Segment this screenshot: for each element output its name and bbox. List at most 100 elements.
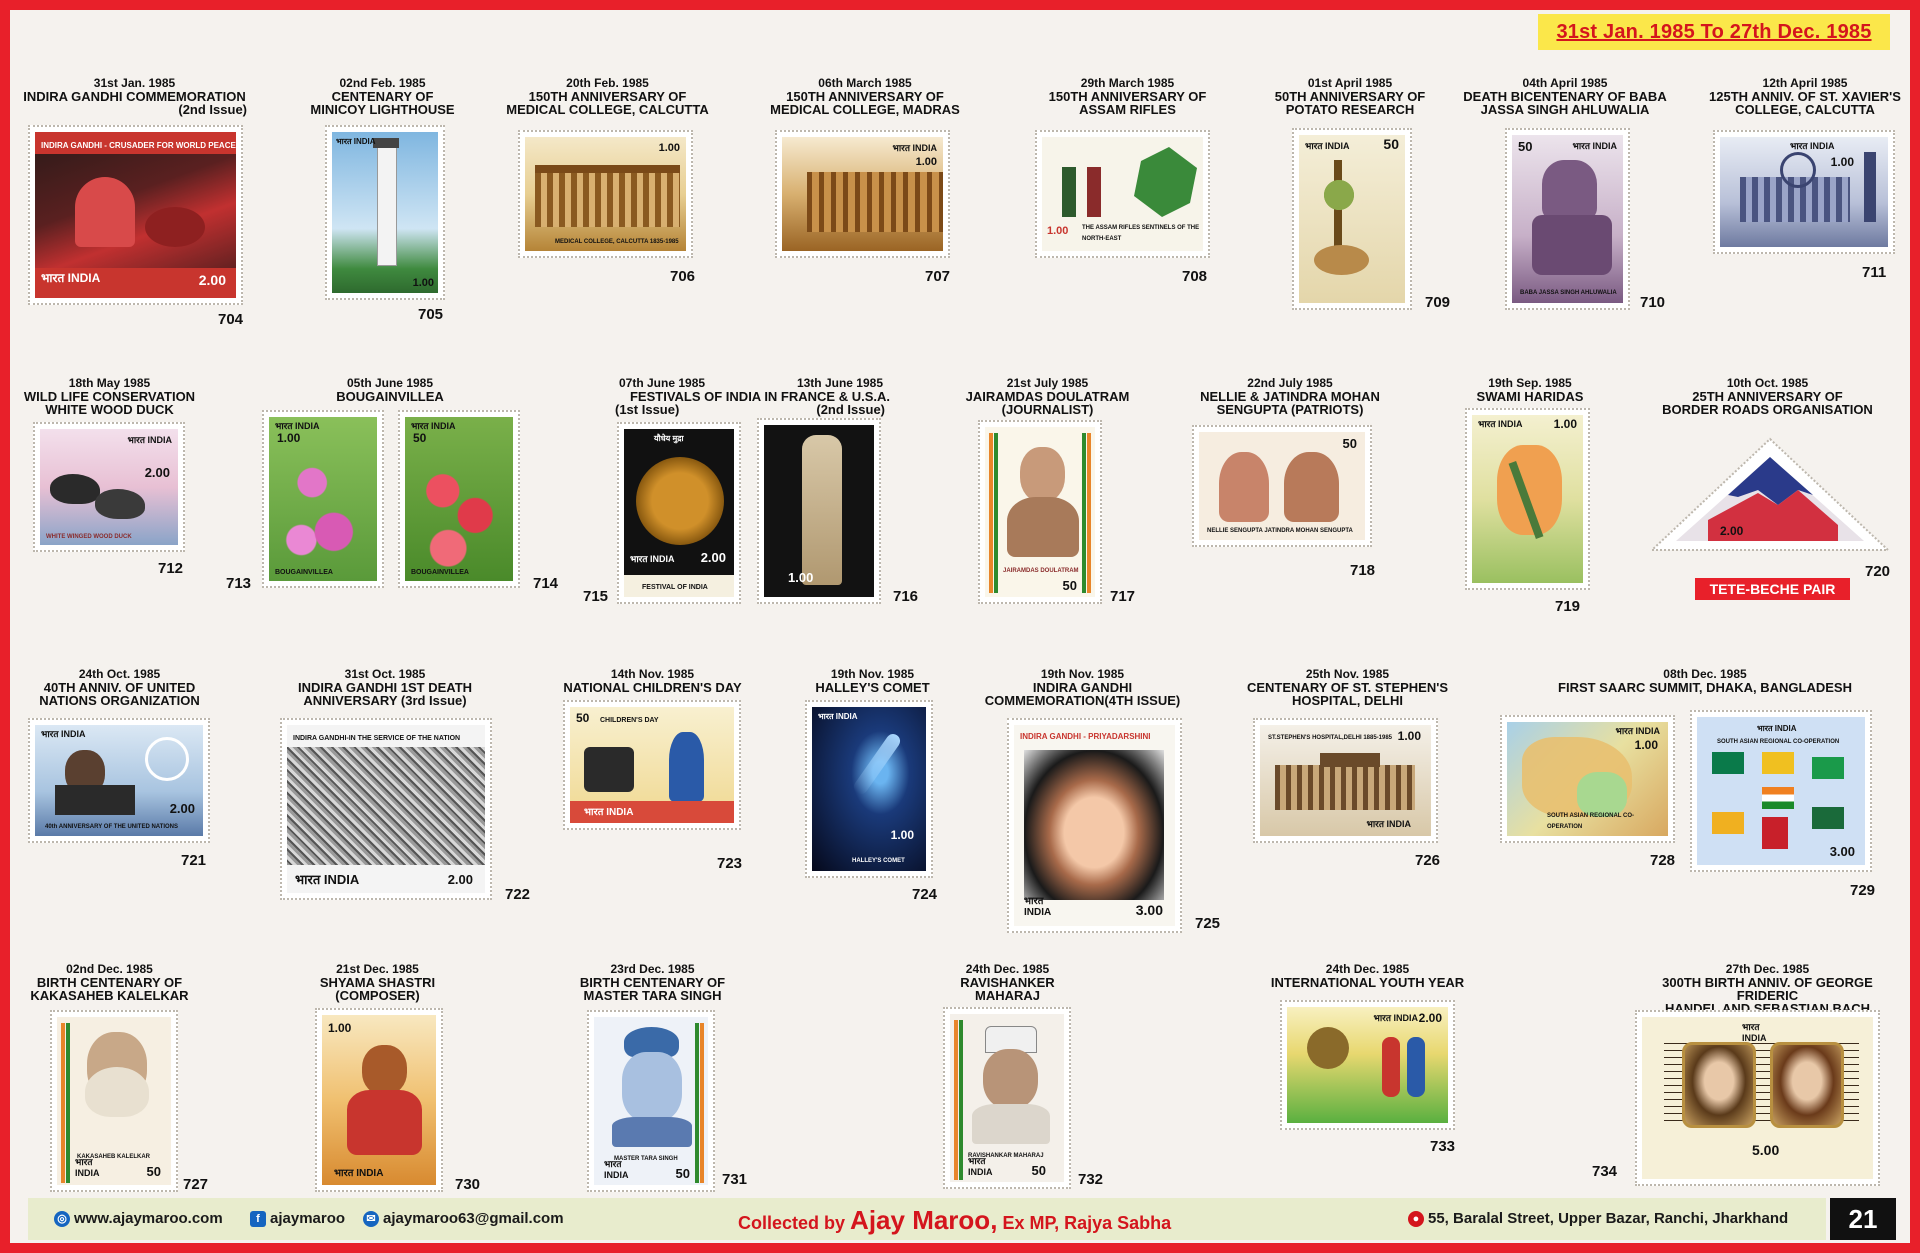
stamp-number: 731 <box>722 1171 748 1188</box>
stamp-717: JAIRAMDAS DOULATRAM 50 <box>978 420 1102 604</box>
stamp-721: भारत INDIA 2.00 40th ANNIVERSARY OF THE … <box>28 718 210 843</box>
footer-bar: ◎ www.ajaymaroo.com f ajaymaroo ✉ ajayma… <box>28 1198 1826 1240</box>
stamp-704: INDIRA GANDHI - CRUSADER FOR WORLD PEACE… <box>28 125 243 305</box>
stamp-number: 720 <box>1865 563 1891 580</box>
stamp-number: 730 <box>455 1176 481 1193</box>
entry-heading: 14th Nov. 1985 NATIONAL CHILDREN'S DAY <box>563 667 742 695</box>
website-link[interactable]: ◎ www.ajaymaroo.com <box>54 1210 223 1227</box>
stamp-number: 723 <box>717 855 743 872</box>
stamp-number: 718 <box>1350 562 1376 579</box>
stamp-number: 727 <box>183 1176 209 1193</box>
entry-heading: 24th Dec. 1985 RAVISHANKER MAHARAJ <box>960 962 1055 1003</box>
stamp-number: 704 <box>218 311 244 328</box>
stamp-705: भारत INDIA 1.00 <box>325 125 445 300</box>
stamp-713: भारत INDIA 1.00 BOUGAINVILLEA <box>262 410 384 588</box>
stamp-707: भारत INDIA 1.00 <box>775 130 950 258</box>
stamp-732: RAVISHANKAR MAHARAJ भारत INDIA 50 <box>943 1007 1071 1189</box>
entry-heading: 04th April 1985 DEATH BICENTENARY OF BAB… <box>1463 76 1667 117</box>
stamp-number: 733 <box>1430 1138 1456 1155</box>
location-pin-icon: ● <box>1408 1210 1424 1227</box>
stamp-number: 728 <box>1650 852 1676 869</box>
stamp-denomination: 2.00 <box>1720 524 1744 538</box>
stamp-number: 721 <box>181 852 207 869</box>
stamp-number: 734 <box>1592 1163 1618 1180</box>
stamp-number: 709 <box>1425 294 1451 311</box>
entry-heading: 19th Nov. 1985 HALLEY'S COMET <box>815 667 930 695</box>
page-number: 21 <box>1830 1198 1896 1240</box>
stamp-712: भारत INDIA 2.00 WHITE WINGED WOOD DUCK <box>33 422 185 552</box>
entry-heading: 24th Oct. 1985 40th ANNIV. OF UNITED NAT… <box>39 667 200 708</box>
entry-heading: 21st Dec. 1985 SHYAMA SHASTRI (COMPOSER) <box>319 962 436 1003</box>
stamp-715: यौधेय मुद्रा भारत INDIA 2.00 FESTIVAL OF… <box>617 422 741 604</box>
stamp-number: 708 <box>1182 268 1208 285</box>
stamp-731: MASTER TARA SINGH भारत INDIA 50 <box>587 1010 715 1192</box>
stamp-723: 50 CHILDREN'S DAY भारत INDIA <box>563 700 741 830</box>
stamp-number: 725 <box>1195 915 1221 932</box>
stamp-709: भारत INDIA 50 <box>1292 128 1412 310</box>
entry-heading: 05th June 1985 BOUGAINVILLEA <box>336 376 444 404</box>
entry-heading: 01st April 1985 50th ANNIVERSARY OF POTA… <box>1274 76 1426 117</box>
entry-heading: 23rd Dec. 1985 BIRTH CENTENARY OF MASTER… <box>579 962 726 1003</box>
stamp-706: 1.00 MEDICAL COLLEGE, CALCUTTA 1835-1985 <box>518 130 693 258</box>
address: ● 55, Baralal Street, Upper Bazar, Ranch… <box>1408 1210 1788 1227</box>
facebook-icon: f <box>250 1210 266 1227</box>
collector-credit: Collected by Ajay Maroo, Ex MP, Rajya Sa… <box>738 1205 1172 1235</box>
entry-heading: 20th Feb. 1985 150th ANNIVERSARY OF MEDI… <box>506 76 709 117</box>
stamp-733: भारत INDIA 2.00 <box>1280 1000 1455 1130</box>
stamp-734: भारत INDIA 5.00 <box>1635 1010 1880 1186</box>
festival-heading: 07th June 1985 13th June 1985 FESTIVALS O… <box>615 376 890 417</box>
stamp-number: 717 <box>1110 588 1136 605</box>
entry-heading: 25th Nov. 1985 CENTENARY OF ST. STEPHEN'… <box>1246 667 1448 708</box>
stamp-708: THE ASSAM RIFLES SENTINELS OF THE NORTH-… <box>1035 130 1210 258</box>
stamp-number: 729 <box>1850 882 1876 899</box>
stamp-718: 50 NELLIE SENGUPTA JATINDRA MOHAN SENGUP… <box>1192 425 1372 547</box>
tete-beche-label: TETE-BECHE PAIR <box>1695 578 1850 600</box>
entry-heading: 19th Sep. 1985 SWAMI HARIDAS <box>1476 376 1584 404</box>
date-range-title: 31st Jan. 1985 To 27th Dec. 1985 <box>1556 20 1872 43</box>
stamp-729: भारत INDIA SOUTH ASIAN REGIONAL CO-OPERA… <box>1690 710 1872 872</box>
entry-heading: 24th Dec. 1985 INTERNATIONAL YOUTH YEAR <box>1270 962 1465 990</box>
stamp-714: भारत INDIA 50 BOUGAINVILLEA <box>398 410 520 588</box>
stamp-number: 710 <box>1640 294 1666 311</box>
entry-heading: 31st Jan. 1985 INDIRA GANDHI COMMEMORATI… <box>23 76 247 117</box>
stamp-711: भारत INDIA 1.00 <box>1713 130 1895 254</box>
date-range-banner: 31st Jan. 1985 To 27th Dec. 1985 <box>1538 14 1890 50</box>
stamp-number: 719 <box>1555 598 1581 615</box>
stamp-number: 714 <box>533 575 559 592</box>
entry-heading: 22nd July 1985 NELLIE & JATINDRA MOHAN S… <box>1200 376 1380 417</box>
stamp-number: 722 <box>505 886 531 903</box>
stamp-number: 713 <box>226 575 252 592</box>
entry-heading: 02nd Dec. 1985 BIRTH CENTENARY OF KAKASA… <box>30 962 189 1003</box>
stamp-number: 732 <box>1078 1171 1104 1188</box>
email-link[interactable]: ✉ ajaymaroo63@gmail.com <box>363 1210 564 1227</box>
entry-heading: 12th April 1985 125th ANNIV. OF ST. XAVI… <box>1709 76 1901 117</box>
entry-heading: 29th March 1985 150th ANNIVERSARY OF ASS… <box>1048 76 1207 117</box>
stamp-724: भारत INDIA 1.00 HALLEY'S COMET <box>805 700 933 878</box>
stamp-number: 726 <box>1415 852 1441 869</box>
stamp-number: 707 <box>925 268 951 285</box>
stamp-727: KAKASAHEB KALELKAR भारत INDIA 50 <box>50 1010 178 1192</box>
stamp-730: 1.00 भारत INDIA <box>315 1008 443 1192</box>
entry-heading: 21st July 1985 JAIRAMDAS DOULATRAM (JOUR… <box>965 376 1130 417</box>
entry-heading: 02nd Feb. 1985 CENTENARY OF MINICOY LIGH… <box>310 76 455 117</box>
entry-heading: 18th May 1985 WILD LIFE CONSERVATION WHI… <box>23 376 196 417</box>
stamp-number: 715 <box>583 588 609 605</box>
facebook-link[interactable]: f ajaymaroo <box>250 1210 345 1227</box>
stamp-725: INDIRA GANDHI - PRIYADARSHINI भारत INDIA … <box>1007 718 1182 933</box>
stamp-722: INDIRA GANDHI-IN THE SERVICE OF THE NATI… <box>280 718 492 900</box>
stamp-710: 50 भारत INDIA BABA JASSA SINGH AHLUWALIA <box>1505 128 1630 310</box>
stamp-number: 712 <box>158 560 184 577</box>
entry-heading: 06th March 1985 150th ANNIVERSARY OF MED… <box>770 76 960 117</box>
stamp-719: भारत INDIA 1.00 <box>1465 408 1590 590</box>
stamp-number: 716 <box>893 588 919 605</box>
stamp-716: 1.00 <box>757 418 881 604</box>
entry-heading: 27th Dec. 1985 300th BIRTH ANNIV. OF GEO… <box>1662 962 1873 1016</box>
stamp-720: 2.00 <box>1649 437 1891 551</box>
entry-heading: 08th Dec. 1985 FIRST SAARC SUMMIT, DHAKA… <box>1558 667 1852 695</box>
mail-icon: ✉ <box>363 1210 379 1227</box>
globe-icon: ◎ <box>54 1210 70 1227</box>
stamp-number: 711 <box>1862 264 1887 281</box>
stamp-728: भारत INDIA 1.00 SOUTH ASIAN REGIONAL CO-… <box>1500 715 1675 843</box>
stamp-number: 705 <box>418 306 444 323</box>
entry-heading: 19th Nov. 1985 INDIRA GANDHI COMMEMORATI… <box>984 667 1181 708</box>
